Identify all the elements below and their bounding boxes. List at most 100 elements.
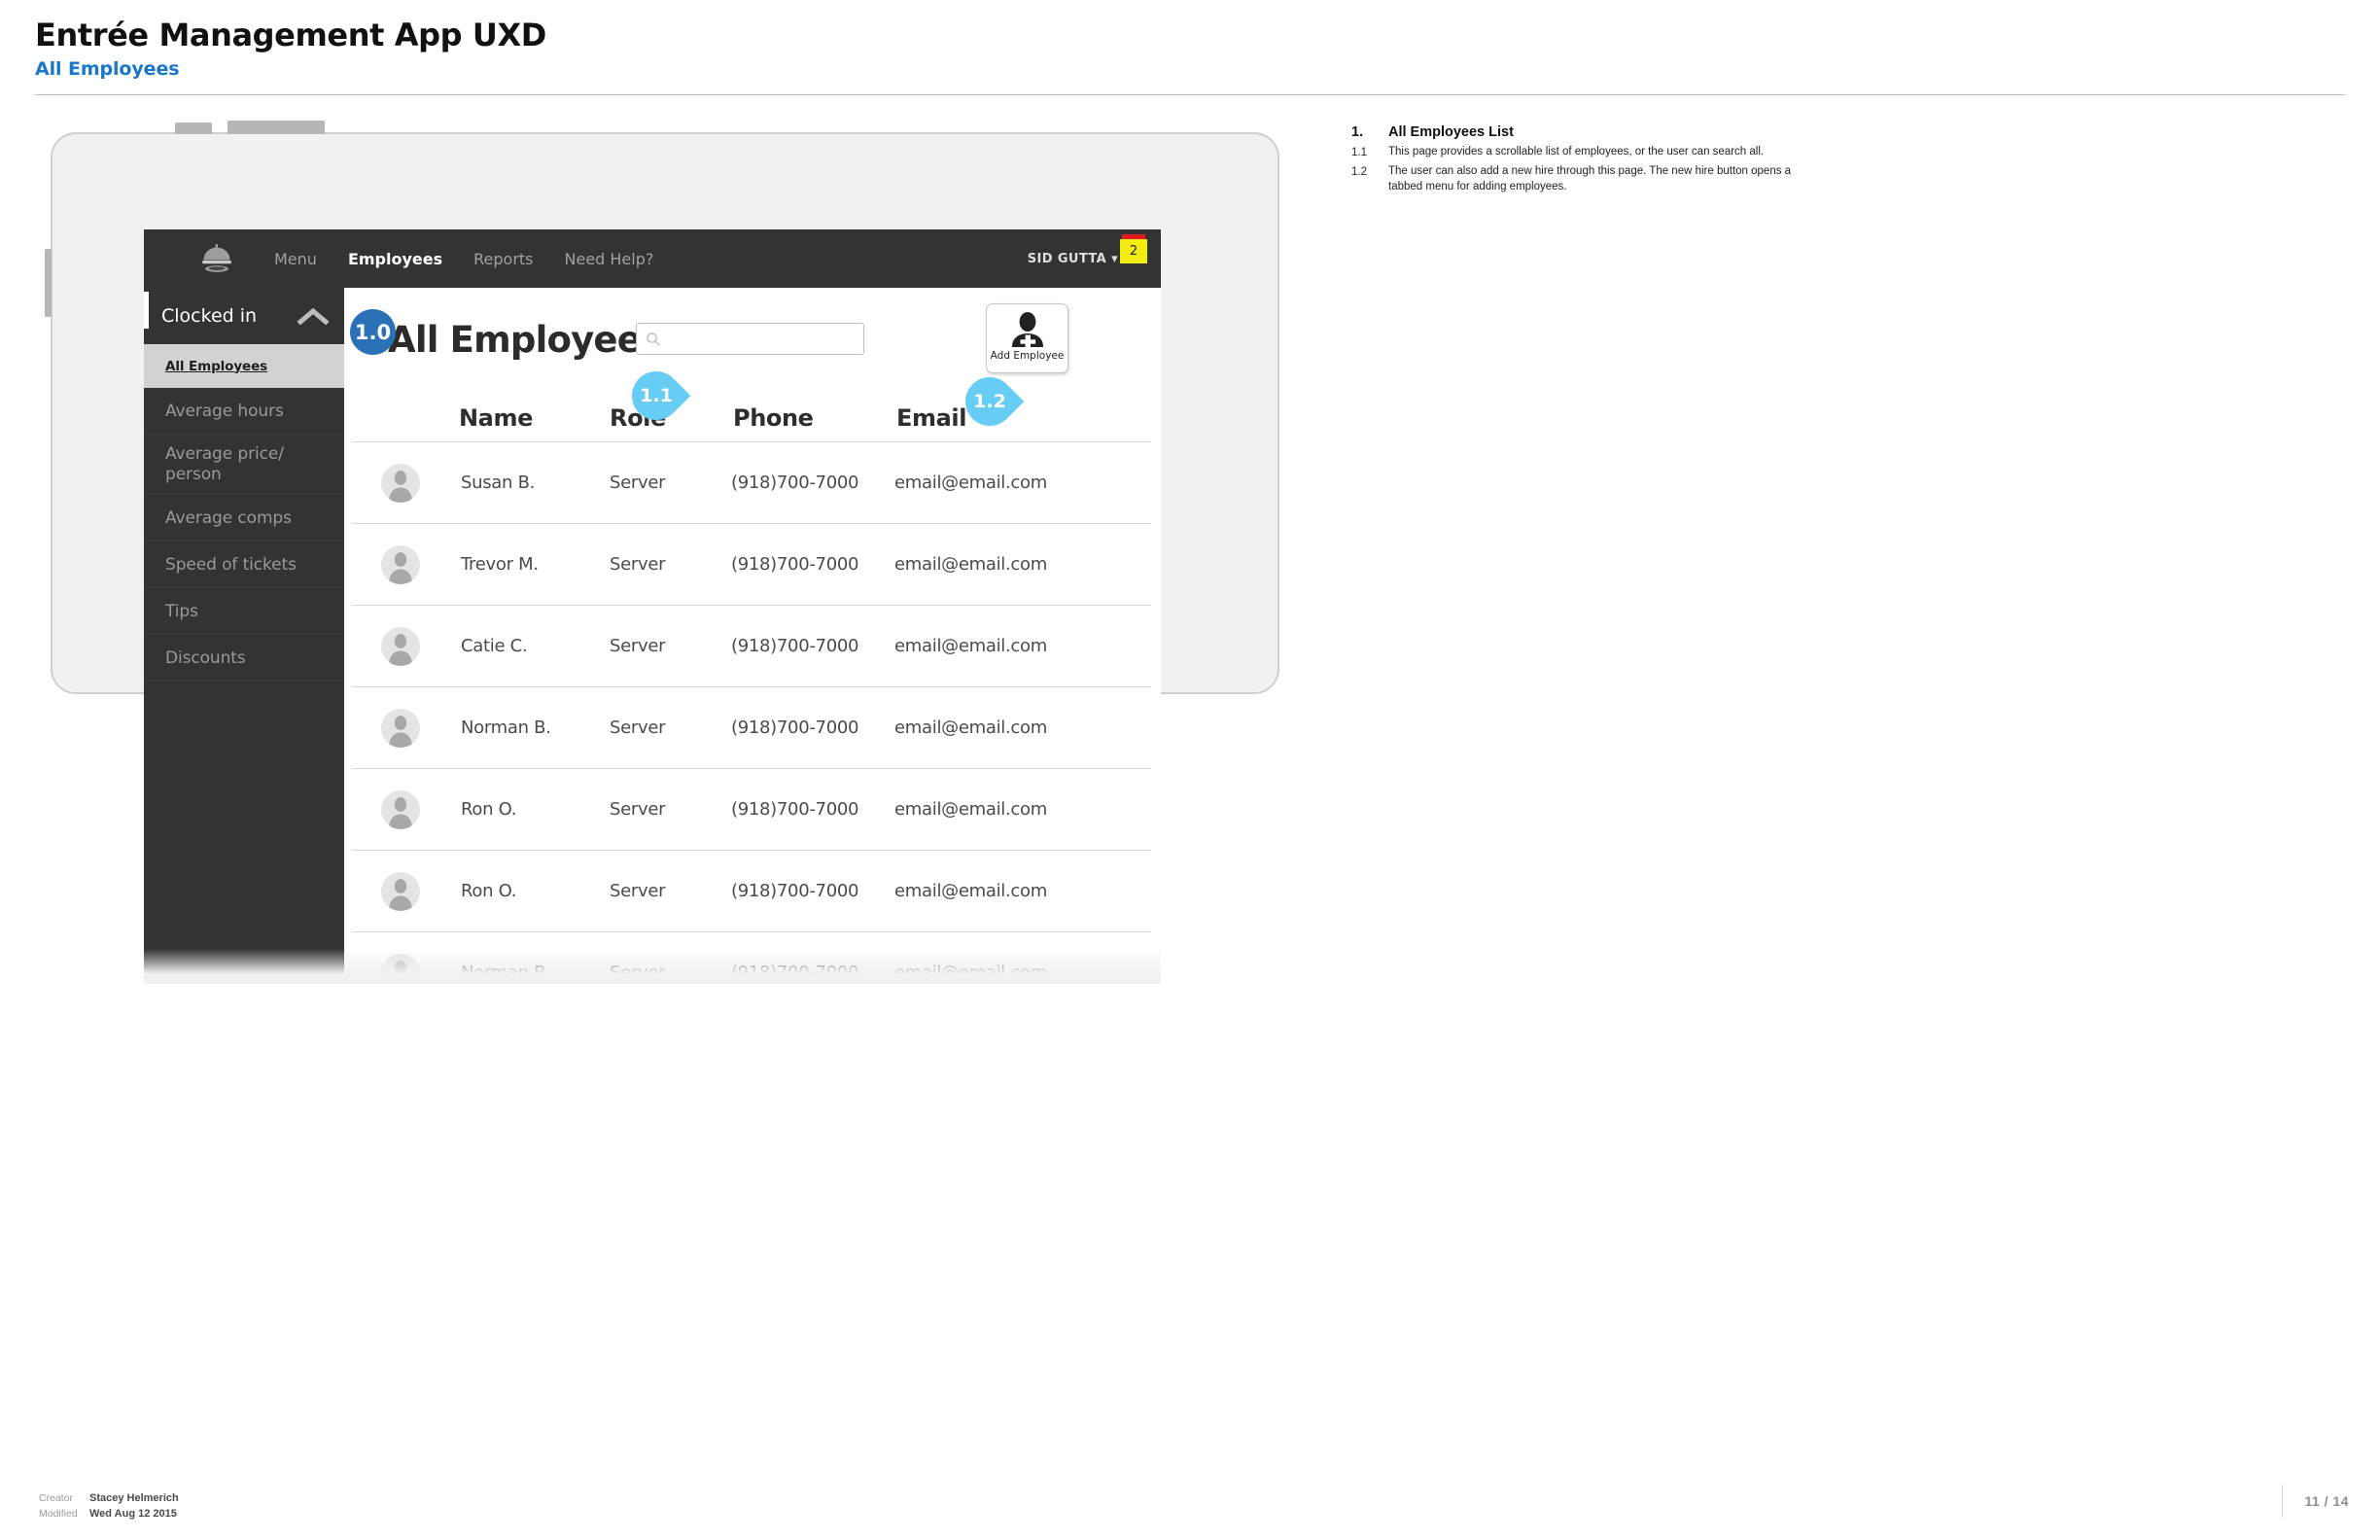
content-header: All Employees Add Employee — [344, 288, 1161, 404]
cell-name: Ron O. — [461, 799, 517, 820]
cell-name: Ron O. — [461, 881, 517, 901]
tablet-volume-button-down[interactable] — [228, 121, 325, 134]
search-input[interactable] — [668, 324, 862, 356]
cell-phone: (918)700-7000 — [731, 636, 859, 656]
nav-link-menu[interactable]: Menu — [274, 250, 317, 268]
footer-creator-value: Stacey Helmerich — [89, 1492, 179, 1504]
add-employee-label: Add Employee — [990, 350, 1065, 362]
annotation-item-text: The user can also add a new hire through… — [1388, 164, 1792, 192]
table-row[interactable]: Ron O. Server (918)700-7000 email@email.com — [352, 851, 1151, 932]
nav-link-employees[interactable]: Employees — [348, 250, 442, 268]
cell-role: Server — [610, 799, 666, 820]
cell-role: Server — [610, 718, 666, 738]
callout-pin-1-2: 1.2 — [955, 367, 1025, 437]
table-row[interactable]: Ron O. Server (918)700-7000 email@email.com — [352, 769, 1151, 851]
table-row[interactable]: Norman B. Server (918)700-7000 email@email.… — [352, 687, 1151, 769]
sidebar-item-tips[interactable]: Tips — [144, 588, 344, 635]
sidebar-item-average-hours[interactable]: Average hours — [144, 388, 344, 435]
cloche-logo-icon — [200, 242, 233, 275]
footer-modified-row: Modified Wed Aug 12 2015 — [39, 1508, 179, 1520]
avatar — [381, 871, 420, 911]
app-screen: Menu Employees Reports Need Help? SID GU… — [144, 229, 1161, 984]
page-title: Entrée Management App UXD — [35, 17, 546, 53]
employee-table-body[interactable]: Susan B. Server (918)700-7000 email@email.c… — [344, 442, 1161, 984]
footer-divider — [2282, 1485, 2284, 1518]
cell-role: Server — [610, 554, 666, 575]
annotation-item-number: 1.2 — [1351, 165, 1367, 178]
avatar — [381, 544, 420, 584]
cell-name: Susan B. — [461, 472, 536, 493]
sidebar-item-discounts[interactable]: Discounts — [144, 635, 344, 682]
cell-name: Norman B. — [461, 962, 551, 983]
sidebar-item-average-comps[interactable]: Average comps — [144, 495, 344, 542]
search-icon — [646, 332, 661, 347]
cell-name: Trevor M. — [461, 554, 539, 575]
footer-modified-value: Wed Aug 12 2015 — [89, 1508, 177, 1520]
sticky-note-marker: 2 — [1120, 234, 1147, 263]
tablet-power-button[interactable] — [45, 249, 52, 317]
callout-pin-1-2-label: 1.2 — [973, 391, 1006, 412]
chevron-up-icon[interactable] — [297, 307, 330, 326]
sidebar-header-label: Clocked in — [161, 305, 258, 327]
avatar — [381, 789, 420, 829]
sidebar-header-clocked-in[interactable]: Clocked in — [144, 288, 344, 344]
annotation-section-number: 1. — [1351, 124, 1364, 140]
table-row[interactable]: Norman B. Server (918)700-7000 email@email.… — [352, 932, 1151, 984]
callout-pin-1-1-label: 1.1 — [640, 385, 673, 406]
annotation-item-number: 1.1 — [1351, 147, 1367, 158]
annotation-section-heading: 1. All Employees List — [1351, 124, 1818, 140]
cell-phone: (918)700-7000 — [731, 799, 859, 820]
page-subtitle: All Employees — [35, 57, 180, 80]
cell-phone: (918)700-7000 — [731, 881, 859, 901]
cell-email: email@email.com — [894, 881, 1047, 901]
footer-metadata: Creator Stacey Helmerich Modified Wed Au… — [39, 1492, 179, 1523]
user-account-dropdown[interactable]: SID GUTTA ▾ — [1028, 252, 1118, 266]
column-header-phone: Phone — [733, 404, 814, 432]
tablet-volume-button-up[interactable] — [175, 122, 212, 134]
cell-email: email@email.com — [894, 799, 1047, 820]
cell-role: Server — [610, 636, 666, 656]
cell-role: Server — [610, 472, 666, 493]
annotation-section-title: All Employees List — [1388, 124, 1514, 140]
nav-link-reports[interactable]: Reports — [473, 250, 533, 268]
add-employee-button[interactable]: Add Employee — [986, 303, 1068, 373]
app-main-content: All Employees Add Employee Name Role Pho… — [344, 288, 1161, 984]
table-row[interactable]: Susan B. Server (918)700-7000 email@email.c… — [352, 442, 1151, 524]
header-divider — [35, 94, 2345, 95]
avatar — [381, 708, 420, 748]
cell-phone: (918)700-7000 — [731, 554, 859, 575]
cell-email: email@email.com — [894, 472, 1047, 493]
employee-table-header: Name Role Phone Email — [352, 404, 1151, 442]
annotation-item: 1.2 The user can also add a new hire thr… — [1351, 164, 1818, 195]
cell-email: email@email.com — [894, 636, 1047, 656]
cell-role: Server — [610, 962, 666, 983]
sticky-note-number: 2 — [1120, 239, 1147, 263]
content-page-heading: All Employees — [388, 319, 662, 361]
footer-creator-label: Creator — [39, 1492, 74, 1504]
page-number: 11 / 14 — [2304, 1493, 2349, 1509]
sidebar-item-average-price-person[interactable]: Average price/ person — [144, 435, 344, 495]
search-box[interactable] — [636, 323, 864, 356]
sidebar-item-all-employees[interactable]: All Employees — [144, 344, 344, 388]
annotation-item: 1.1 This page provides a scrollable list… — [1351, 145, 1818, 161]
table-row[interactable]: Catie C. Server (918)700-7000 email@email.c… — [352, 606, 1151, 687]
app-sidebar: Clocked in All Employees Average hours A… — [144, 288, 344, 984]
column-header-email: Email — [896, 404, 967, 432]
annotation-item-text: This page provides a scrollable list of … — [1388, 146, 1765, 158]
nav-link-need-help[interactable]: Need Help? — [565, 250, 654, 268]
page-header: Entrée Management App UXD All Employees — [35, 17, 2345, 80]
sidebar-active-marker — [144, 292, 149, 329]
cell-email: email@email.com — [894, 554, 1047, 575]
avatar — [381, 626, 420, 666]
cell-email: email@email.com — [894, 718, 1047, 738]
cell-phone: (918)700-7000 — [731, 718, 859, 738]
annotation-panel: 1. All Employees List 1.1 This page prov… — [1351, 124, 1818, 198]
cell-name: Catie C. — [461, 636, 528, 656]
sidebar-item-speed-of-tickets[interactable]: Speed of tickets — [144, 542, 344, 588]
cell-name: Norman B. — [461, 718, 551, 738]
app-top-navigation: Menu Employees Reports Need Help? SID GU… — [144, 229, 1161, 288]
table-row[interactable]: Trevor M. Server (918)700-7000 email@email.… — [352, 524, 1151, 606]
avatar — [381, 463, 420, 503]
cell-phone: (918)700-7000 — [731, 472, 859, 493]
avatar — [381, 953, 420, 984]
